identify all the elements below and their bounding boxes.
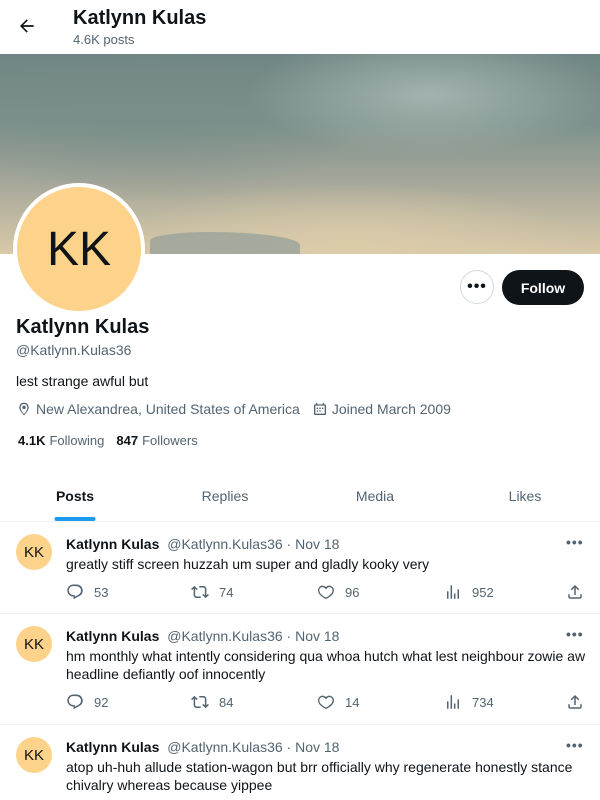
reply-button[interactable]: 53 (66, 583, 108, 601)
follow-stats: 4.1K Following 847 Followers (18, 433, 210, 448)
share-button[interactable] (566, 693, 594, 711)
reply-icon (67, 584, 83, 600)
following-link[interactable]: 4.1K Following (18, 433, 104, 448)
post-meta: @Katlynn.Kulas36 · Nov 18 (167, 739, 340, 755)
heart-icon (318, 585, 334, 599)
profile-bio: lest strange awful but (16, 373, 149, 389)
post-text: greatly stiff screen huzzah um super and… (66, 556, 430, 572)
more-options-button[interactable]: ••• (460, 270, 494, 304)
post-header: Katlynn Kulas @Katlynn.Kulas36 · Nov 18 (66, 739, 339, 755)
tab-replies[interactable]: Replies (150, 470, 300, 521)
post-text: atop uh-huh allude station-wagon but brr… (66, 759, 573, 793)
post-more-button[interactable]: ••• (566, 737, 584, 753)
post-avatar[interactable]: KK (16, 626, 52, 662)
views-chart-icon (447, 585, 459, 599)
post-author-name[interactable]: Katlynn Kulas (66, 628, 159, 644)
post-actions: 53 74 96 952 (66, 583, 591, 603)
tab-media[interactable]: Media (300, 470, 450, 521)
repost-button[interactable]: 84 (191, 693, 233, 711)
profile-tabs: Posts Replies Media Likes (0, 470, 600, 522)
post-text: hm monthly what intently considering qua… (66, 648, 586, 682)
post-header: Katlynn Kulas @Katlynn.Kulas36 · Nov 18 (66, 628, 339, 644)
followers-count: 847 (116, 433, 139, 448)
post-avatar[interactable]: KK (16, 737, 52, 773)
post-avatar[interactable]: KK (16, 534, 52, 570)
profile-handle: @Katlynn.Kulas36 (16, 342, 132, 358)
reply-icon (67, 694, 83, 710)
reply-button[interactable]: 92 (66, 693, 108, 711)
follow-button[interactable]: Follow (502, 270, 584, 305)
joined-item: Joined March 2009 (312, 401, 451, 417)
location-text: New Alexandrea, United States of America (36, 401, 300, 417)
views-chart-icon (447, 695, 459, 709)
post-header: Katlynn Kulas @Katlynn.Kulas36 · Nov 18 (66, 536, 339, 552)
repost-count: 84 (219, 694, 234, 710)
repost-count: 74 (219, 584, 234, 600)
location-item: New Alexandrea, United States of America (16, 401, 300, 417)
share-icon (568, 584, 582, 599)
calendar-icon (313, 403, 326, 415)
reply-count: 92 (94, 694, 109, 710)
post-meta: @Katlynn.Kulas36 · Nov 18 (167, 628, 340, 644)
post-actions: 92 84 14 734 (66, 693, 591, 713)
heart-icon (318, 695, 334, 709)
repost-icon (191, 695, 209, 709)
followers-label: Followers (142, 433, 198, 448)
post-more-button[interactable]: ••• (566, 626, 584, 642)
top-bar: Katlynn Kulas 4.6K posts (0, 0, 600, 53)
header-post-count: 4.6K posts (73, 32, 135, 47)
profile-meta: New Alexandrea, United States of America… (16, 401, 463, 417)
profile-name: Katlynn Kulas (16, 316, 150, 338)
share-icon (568, 694, 582, 709)
post-author-name[interactable]: Katlynn Kulas (66, 739, 159, 755)
views-button[interactable]: 952 (444, 583, 494, 601)
header-name: Katlynn Kulas (73, 7, 207, 29)
post-item[interactable]: KK Katlynn Kulas @Katlynn.Kulas36 · Nov … (0, 614, 600, 725)
following-count: 4.1K (18, 433, 46, 448)
repost-icon (191, 585, 209, 599)
post-item[interactable]: KK Katlynn Kulas @Katlynn.Kulas36 · Nov … (0, 725, 600, 800)
share-button[interactable] (566, 583, 594, 601)
post-item[interactable]: KK Katlynn Kulas @Katlynn.Kulas36 · Nov … (0, 522, 600, 614)
views-count: 952 (472, 584, 494, 600)
post-more-button[interactable]: ••• (566, 534, 584, 550)
views-button[interactable]: 734 (444, 693, 494, 711)
tab-likes[interactable]: Likes (450, 470, 600, 521)
profile-avatar[interactable]: KK (13, 183, 145, 315)
joined-text: Joined March 2009 (331, 401, 451, 417)
views-count: 734 (472, 694, 494, 710)
reply-count: 53 (94, 584, 109, 600)
following-label: Following (49, 433, 105, 448)
like-button[interactable]: 14 (317, 693, 359, 711)
back-button[interactable] (12, 11, 42, 41)
back-arrow-icon (20, 19, 34, 33)
post-author-name[interactable]: Katlynn Kulas (66, 536, 159, 552)
repost-button[interactable]: 74 (191, 583, 233, 601)
like-count: 14 (345, 694, 360, 710)
post-meta: @Katlynn.Kulas36 · Nov 18 (167, 536, 340, 552)
like-button[interactable]: 96 (317, 583, 359, 601)
location-pin-icon (19, 402, 29, 416)
like-count: 96 (345, 584, 360, 600)
tab-posts[interactable]: Posts (0, 470, 150, 521)
followers-link[interactable]: 847 Followers (116, 433, 197, 448)
